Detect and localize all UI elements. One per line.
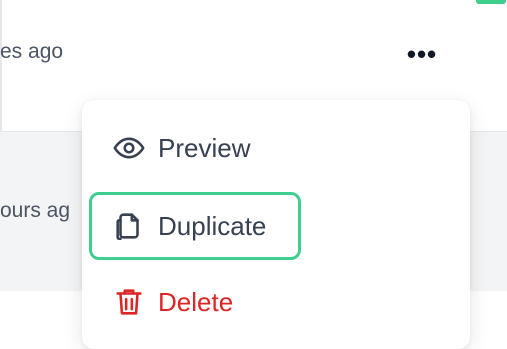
row-left-border	[0, 0, 2, 131]
trash-icon	[112, 285, 146, 319]
row-timestamp: ours ag	[0, 199, 71, 222]
status-indicator	[476, 0, 506, 4]
menu-item-label: Preview	[158, 132, 251, 163]
menu-item-duplicate[interactable]: Duplicate	[89, 192, 301, 260]
copy-icon	[112, 209, 146, 243]
row-timestamp: es ago	[0, 40, 64, 63]
menu-item-label: Delete	[158, 286, 234, 317]
context-menu: Preview Duplicate Delete	[82, 100, 470, 349]
more-options-button[interactable]: •••	[398, 36, 446, 72]
eye-icon	[112, 131, 146, 165]
menu-item-preview[interactable]: Preview	[88, 116, 308, 180]
menu-item-label: Duplicate	[158, 210, 267, 241]
menu-item-delete[interactable]: Delete	[88, 270, 308, 334]
